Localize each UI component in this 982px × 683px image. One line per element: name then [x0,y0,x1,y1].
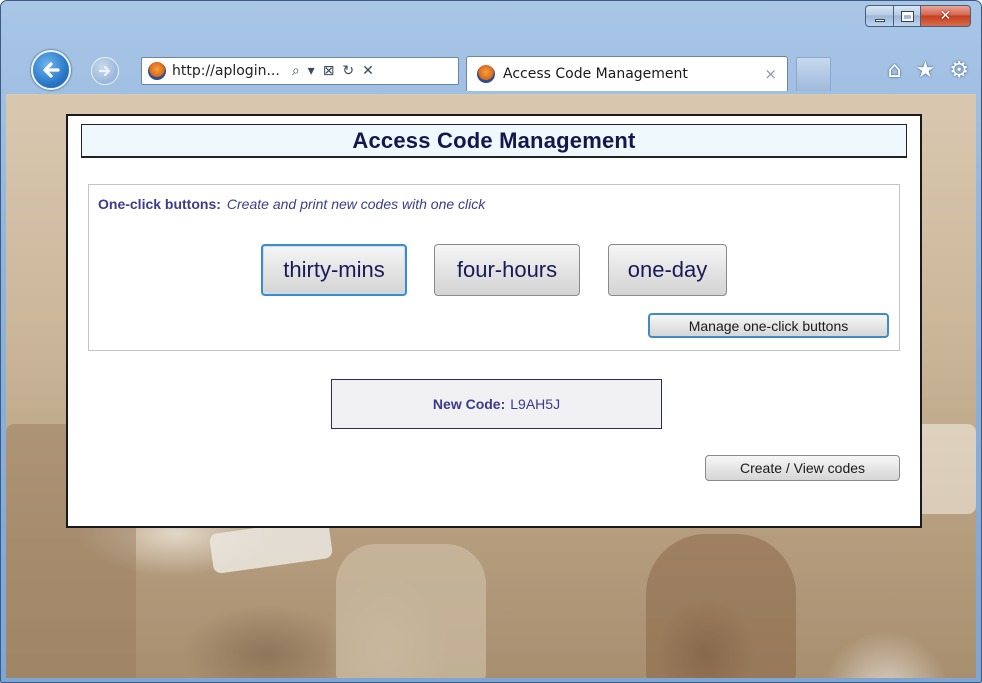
window-caption-buttons: ✕ [865,5,971,27]
address-bar[interactable]: http://aplogin... ⌕ ▾ ⊠ ↻ ✕ [141,57,459,85]
forward-arrow-icon [98,65,111,77]
back-arrow-icon [43,62,60,78]
one-click-description: Create and print new codes with one clic… [226,196,486,212]
maximize-button[interactable] [894,5,921,27]
one-day-button[interactable]: one-day [608,244,727,296]
tab-favicon-icon [477,65,495,83]
access-code-panel: Access Code Management One-click buttons… [66,114,922,528]
site-favicon-icon [148,62,166,80]
address-dropdown-icon[interactable]: ▾ [308,63,315,79]
background-photo-chair [336,544,486,678]
manage-one-click-buttons-button[interactable]: Manage one-click buttons [648,313,889,338]
search-icon[interactable]: ⌕ [292,63,300,79]
background-photo-chair-right [646,534,796,678]
one-click-section: One-click buttons: Create and print new c… [88,184,900,351]
create-view-codes-button[interactable]: Create / View codes [705,455,900,481]
browser-window: ✕ http://aplogin... ⌕ ▾ ⊠ ↻ ✕ Access Cod… [0,0,982,683]
tab-access-code-management[interactable]: Access Code Management × [466,56,788,91]
browser-toolbar-icons: ⌂ ★ ⚙ [888,59,969,83]
home-icon[interactable]: ⌂ [888,59,902,83]
new-code-box: New Code: L9AH5J [331,379,662,429]
tools-gear-icon[interactable]: ⚙ [949,59,969,83]
new-code-label: New Code: [432,396,506,412]
back-button[interactable] [31,50,71,90]
thirty-mins-button[interactable]: thirty-mins [261,244,407,296]
title-bar: Access Code Management [81,124,907,158]
minimize-button[interactable] [865,5,894,27]
compatibility-view-icon[interactable]: ⊠ [323,63,335,79]
page-viewport: Access Code Management One-click buttons… [6,94,976,678]
four-hours-button[interactable]: four-hours [434,244,580,296]
tab-close-icon[interactable]: × [764,65,777,83]
favorites-star-icon[interactable]: ★ [916,59,936,83]
one-click-header: One-click buttons: Create and print new c… [98,196,485,212]
stop-icon[interactable]: ✕ [362,63,374,79]
maximize-icon [900,10,914,22]
new-code-value: L9AH5J [510,396,561,412]
close-icon: ✕ [939,8,952,24]
address-tools: ⌕ ▾ ⊠ ↻ ✕ [292,63,374,79]
close-window-button[interactable]: ✕ [921,5,971,27]
minimize-icon [874,18,885,22]
new-tab-button[interactable] [796,57,831,91]
refresh-icon[interactable]: ↻ [342,63,354,79]
one-click-label: One-click buttons: [98,196,221,212]
page-title: Access Code Management [352,127,636,153]
address-text[interactable]: http://aplogin... [172,63,280,79]
tab-title: Access Code Management [503,66,688,82]
forward-button[interactable] [91,57,119,85]
